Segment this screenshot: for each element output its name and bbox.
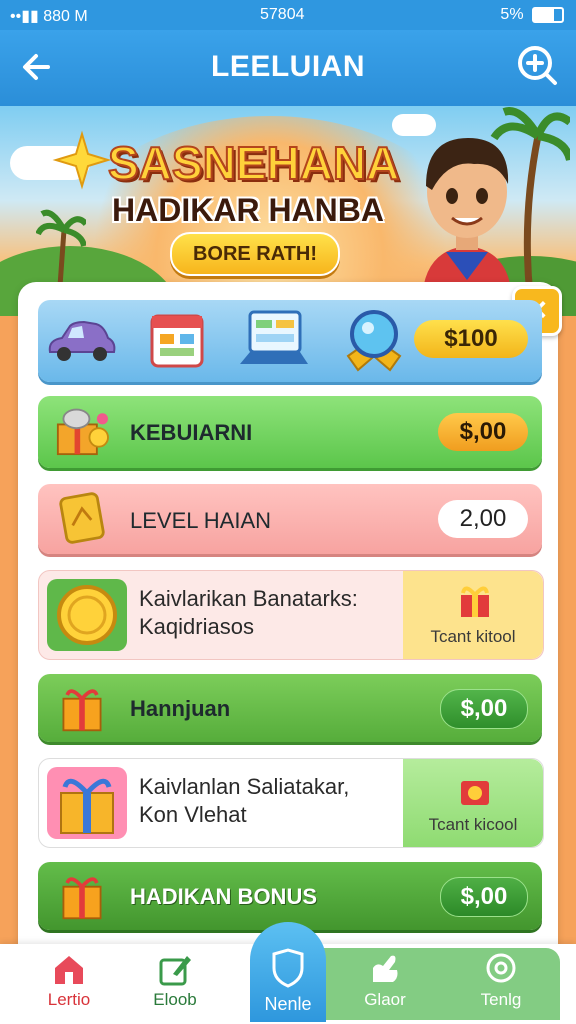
car-icon [48,320,116,361]
magnifier-trophy-icon [346,310,402,372]
reward-row[interactable]: LEVEL HAIAN 2,00 [38,484,542,554]
nav-label: Eloob [153,990,197,1009]
page-title: LEELUIAN [211,50,365,83]
battery-icon [532,6,564,23]
search-icon [486,953,516,983]
nav-label: Lertio [47,990,91,1009]
sparkle-icon [52,130,112,190]
nav-item-search[interactable]: Tenlg [456,952,546,1010]
hand-icon [373,955,398,982]
task-title: Kaivlarikan Banatarks: [139,586,358,611]
nav-label: Tenlg [480,990,522,1009]
nav-item-edit[interactable]: Eloob [130,952,220,1010]
task-reward-box[interactable]: Tcant kicool [403,759,543,847]
edit-icon [159,956,191,986]
row-label: HADIKAN BONUS [130,884,317,909]
banner-subhead: HADIKAR HANBA [112,192,384,228]
banner-button[interactable]: BORE RATH! [170,232,340,276]
status-bar: ••▮▮ 880 M 57804 5% [0,0,576,30]
row-label: LEVEL HAIAN [130,508,272,533]
amount-badge[interactable]: $,00 [440,877,528,917]
amount-badge[interactable]: $,00 [438,413,528,451]
app-bar: LEELUIAN [0,30,576,106]
shop-amount-badge[interactable]: $100 [414,320,528,358]
banner-headline: SASNEHANA [107,136,400,190]
gift-icon [62,877,102,920]
task-row[interactable]: Kaivlanlan Saliatakar, Kon Vlehat Tcant … [38,758,544,848]
row-label: Hannjuan [130,696,231,721]
shop-items-row[interactable]: $100 [38,300,542,382]
laptop-icon [240,310,308,364]
gift-box-icon [47,767,127,839]
row-label: KEBUIARNI [130,420,253,445]
amount-badge[interactable]: $,00 [440,689,528,729]
calendar-icon [150,314,204,368]
battery-percent: 5% [500,6,524,23]
nav-item-home[interactable]: Lertio [24,952,114,1010]
boy-avatar-illustration [422,138,512,300]
task-row[interactable]: Kaivlarikan Banatarks: Kaqidriasos Tcant… [38,570,544,660]
palm-tree-icon [36,209,86,286]
task-reward-label: Tcant kicool [428,815,518,834]
nav-label: Nenle [264,994,312,1014]
shield-icon [272,948,304,988]
reward-row[interactable]: Hannjuan $,00 [38,674,542,742]
zoom-icon[interactable] [514,42,560,88]
task-reward-label: Tcant kitool [430,627,516,646]
amount-badge[interactable]: 2,00 [438,500,528,538]
status-right: 5% [500,6,564,24]
house-icon [55,956,83,984]
gold-ticket-icon [59,492,105,544]
status-center: 57804 [260,6,305,23]
task-description: Kaivlarikan Banatarks: Kaqidriasos [139,585,358,641]
task-title: Kaivlanlan Saliatakar, [139,774,350,799]
status-left: ••▮▮ 880 M [10,8,88,25]
gift-icon [461,781,489,805]
task-reward-box[interactable]: Tcant kitool [403,571,543,659]
reward-row[interactable]: KEBUIARNI $,00 [38,396,542,468]
gift-coins-icon [56,408,109,456]
task-description: Kaivlanlan Saliatakar, Kon Vlehat [139,773,349,829]
nav-item-hand[interactable]: Glaor [340,952,430,1010]
reward-row[interactable]: HADIKAN BONUS $,00 [38,862,542,930]
task-subtitle: Kaqidriasos [139,614,254,639]
nav-label: Glaor [364,990,406,1009]
gift-icon [62,689,102,732]
coin-icon [47,579,127,651]
nav-item-shield[interactable]: Nenle [250,922,326,1022]
task-subtitle: Kon Vlehat [139,802,247,827]
gift-icon [461,586,489,617]
